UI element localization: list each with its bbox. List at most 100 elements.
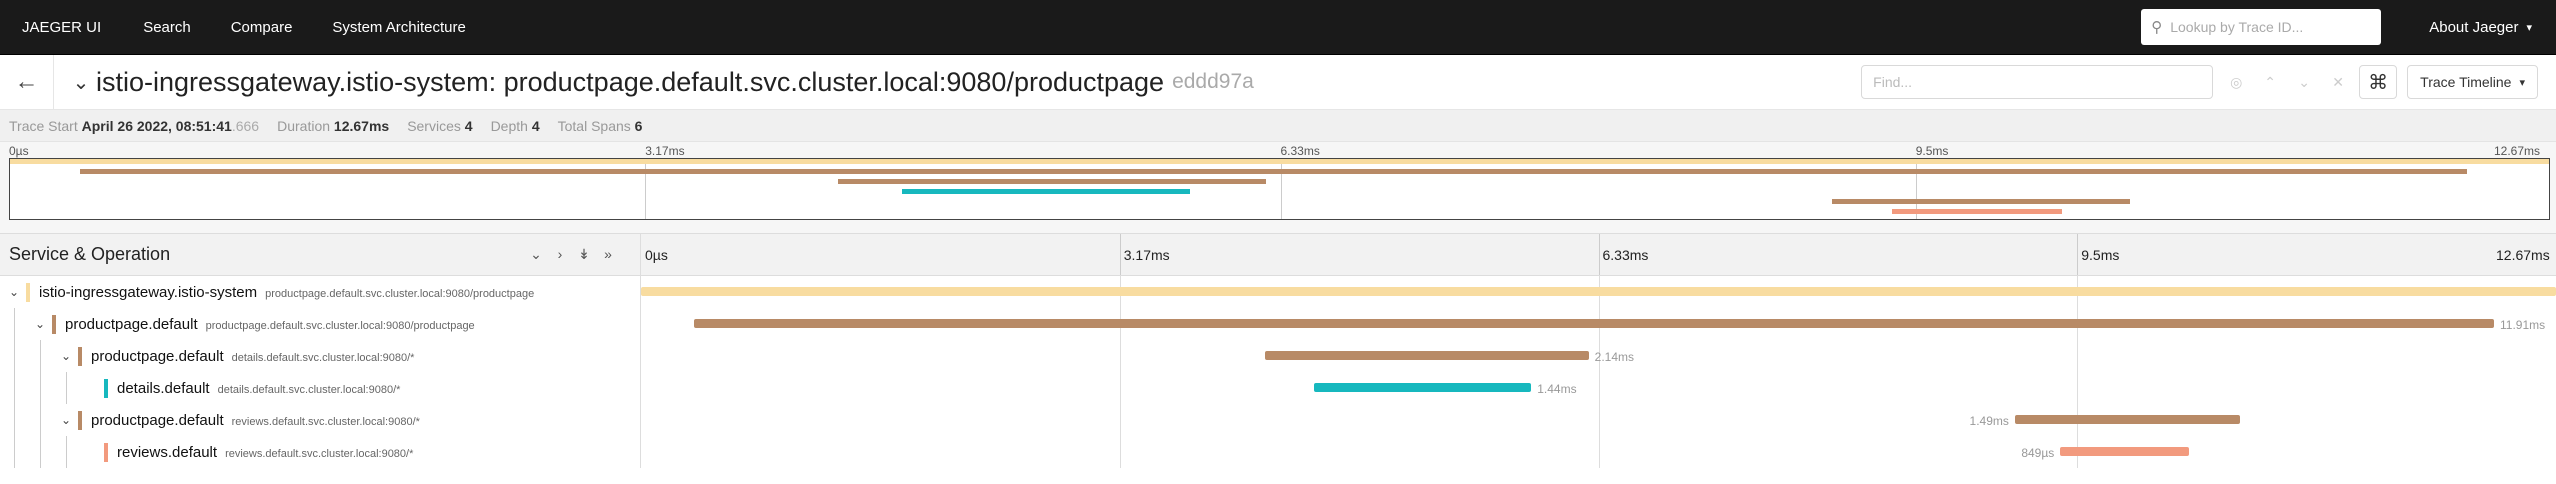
locate-icon[interactable]: ◎ bbox=[2219, 74, 2253, 91]
span-row[interactable]: details.default details.default.svc.clust… bbox=[0, 372, 2556, 404]
operation-name: details.default.svc.cluster.local:9080/* bbox=[231, 351, 415, 364]
minimap-span bbox=[901, 189, 1191, 194]
tree-guide bbox=[66, 372, 67, 404]
span-row[interactable]: ⌄ productpage.default details.default.svc.… bbox=[0, 340, 2556, 372]
timeline-tick: 6.33ms bbox=[1602, 247, 1649, 263]
span-timeline-cell[interactable]: 1.44ms bbox=[641, 372, 2556, 404]
collapse-one-icon[interactable]: ⌄ bbox=[524, 246, 548, 263]
timeline-gridline bbox=[1119, 404, 1121, 436]
operation-name: productpage.default.svc.cluster.local:90… bbox=[265, 287, 535, 300]
total-spans: Total Spans 6 bbox=[558, 118, 643, 134]
timeline-header-gridline bbox=[1119, 234, 1121, 275]
total-spans-value: 6 bbox=[634, 117, 643, 134]
span-name-cell[interactable]: reviews.default reviews.default.svc.clust… bbox=[0, 436, 641, 468]
services-value: 4 bbox=[464, 117, 473, 134]
collapse-header-chevron-icon[interactable]: ⌄ bbox=[66, 70, 96, 95]
collapse-all-icon[interactable]: ↡ bbox=[572, 246, 596, 263]
span-bar[interactable] bbox=[2060, 447, 2189, 456]
span-row[interactable]: ⌄ productpage.default productpage.default.… bbox=[0, 308, 2556, 340]
span-timeline-cell[interactable]: 11.91ms bbox=[641, 308, 2556, 340]
collapse-toggle-icon[interactable]: ⌄ bbox=[32, 317, 48, 331]
depth-label: Depth bbox=[490, 117, 528, 134]
span-service-name[interactable]: reviews.default reviews.default.svc.clust… bbox=[117, 444, 413, 461]
minimap-span bbox=[10, 159, 2549, 164]
duration-value: 12.67ms bbox=[333, 117, 390, 134]
span-bar[interactable] bbox=[693, 319, 2495, 328]
depth: Depth 4 bbox=[491, 118, 540, 134]
span-bar[interactable] bbox=[1265, 351, 1589, 360]
span-row[interactable]: ⌄ istio-ingressgateway.istio-system produc… bbox=[0, 276, 2556, 308]
tree-guide bbox=[14, 340, 15, 372]
span-service-name[interactable]: details.default details.default.svc.clust… bbox=[117, 380, 400, 397]
timeline-tick: 0µs bbox=[645, 247, 668, 263]
expand-one-icon[interactable]: › bbox=[548, 246, 572, 263]
collapse-toggle-icon[interactable]: ⌄ bbox=[6, 285, 22, 299]
nav-compare[interactable]: Compare bbox=[211, 19, 313, 36]
tree-guide bbox=[40, 436, 41, 468]
tree-guide bbox=[40, 340, 41, 372]
tree-guide bbox=[40, 372, 41, 404]
collapse-toggle-icon[interactable]: ⌄ bbox=[58, 413, 74, 427]
timeline-tick: 3.17ms bbox=[1123, 247, 1170, 263]
tree-guide bbox=[14, 436, 15, 468]
span-name-cell[interactable]: ⌄ productpage.default reviews.default.svc.… bbox=[0, 404, 641, 436]
minimap-ticks: 0µs 3.17ms 6.33ms 9.5ms 12.67ms bbox=[0, 142, 2556, 158]
clear-search-icon[interactable]: ✕ bbox=[2321, 74, 2355, 91]
span-service-name[interactable]: productpage.default productpage.default.s… bbox=[65, 316, 475, 333]
service-color-stripe bbox=[104, 443, 108, 462]
view-selector[interactable]: Trace Timeline ▾ bbox=[2407, 65, 2538, 99]
span-timeline-cell[interactable]: 1.49ms bbox=[641, 404, 2556, 436]
trace-start: Trace Start April 26 2022, 08:51:41.666 bbox=[9, 118, 259, 134]
next-result-icon[interactable]: ⌄ bbox=[2287, 74, 2321, 91]
timeline-gridline bbox=[1598, 404, 1600, 436]
span-service-name[interactable]: productpage.default details.default.svc.c… bbox=[91, 348, 414, 365]
service-color-stripe bbox=[78, 411, 82, 430]
find-input[interactable]: Find... bbox=[1861, 65, 2214, 99]
minimap-span bbox=[837, 179, 1267, 184]
span-service-name[interactable]: productpage.default reviews.default.svc.c… bbox=[91, 412, 420, 429]
span-bar[interactable] bbox=[641, 287, 2556, 296]
chevron-down-icon: ▾ bbox=[2526, 21, 2532, 34]
expand-all-icon[interactable]: » bbox=[596, 246, 620, 263]
duration-label: Duration bbox=[277, 117, 331, 134]
collapse-toggle-icon[interactable]: ⌄ bbox=[58, 349, 74, 363]
tree-guide bbox=[14, 372, 15, 404]
operation-name: reviews.default.svc.cluster.local:9080/* bbox=[225, 447, 414, 460]
span-service-name[interactable]: istio-ingressgateway.istio-system product… bbox=[39, 284, 534, 301]
span-name-cell[interactable]: ⌄ productpage.default productpage.default.… bbox=[0, 308, 641, 340]
prev-result-icon[interactable]: ⌃ bbox=[2253, 74, 2287, 91]
span-timeline-cell[interactable] bbox=[641, 276, 2556, 308]
span-timeline-cell[interactable]: 849µs bbox=[641, 436, 2556, 468]
trace-minimap[interactable]: 0µs 3.17ms 6.33ms 9.5ms 12.67ms bbox=[0, 142, 2556, 234]
brand-link[interactable]: JAEGER UI bbox=[0, 19, 123, 36]
span-row[interactable]: ⌄ productpage.default reviews.default.svc.… bbox=[0, 404, 2556, 436]
span-name-cell[interactable]: ⌄ productpage.default details.default.svc.… bbox=[0, 340, 641, 372]
find-controls: ◎ ⌃ ⌄ ✕ bbox=[2219, 74, 2355, 91]
duration: Duration 12.67ms bbox=[277, 118, 389, 134]
span-bar[interactable] bbox=[2014, 415, 2241, 424]
span-row[interactable]: reviews.default reviews.default.svc.clust… bbox=[0, 436, 2556, 468]
search-icon: ⚲ bbox=[2151, 19, 2163, 36]
top-nav: JAEGER UI Search Compare System Architec… bbox=[0, 0, 2556, 55]
operation-name: productpage.default.svc.cluster.local:90… bbox=[205, 319, 475, 332]
minimap-tick: 12.67ms bbox=[2494, 144, 2541, 158]
back-button[interactable]: ← bbox=[0, 54, 54, 110]
span-bar[interactable] bbox=[1313, 383, 1532, 392]
trace-start-label: Trace Start bbox=[9, 117, 78, 134]
about-jaeger-menu[interactable]: About Jaeger ▾ bbox=[2405, 19, 2556, 36]
minimap-canvas[interactable] bbox=[9, 158, 2550, 220]
keyboard-shortcuts-button[interactable]: ⌘ bbox=[2359, 65, 2398, 99]
minimap-span bbox=[80, 169, 2467, 174]
about-label: About Jaeger bbox=[2429, 18, 2519, 36]
services: Services 4 bbox=[407, 118, 472, 134]
span-name-cell[interactable]: ⌄ istio-ingressgateway.istio-system produc… bbox=[0, 276, 641, 308]
trace-id-lookup-input[interactable]: ⚲ Lookup by Trace ID... bbox=[2141, 9, 2382, 45]
nav-search[interactable]: Search bbox=[123, 19, 211, 36]
tree-guide bbox=[14, 308, 15, 340]
service-name: productpage.default bbox=[91, 347, 224, 365]
nav-system-architecture[interactable]: System Architecture bbox=[312, 19, 485, 36]
span-name-cell[interactable]: details.default details.default.svc.clust… bbox=[0, 372, 641, 404]
depth-value: 4 bbox=[531, 117, 540, 134]
service-name: productpage.default bbox=[91, 411, 224, 429]
span-timeline-cell[interactable]: 2.14ms bbox=[641, 340, 2556, 372]
